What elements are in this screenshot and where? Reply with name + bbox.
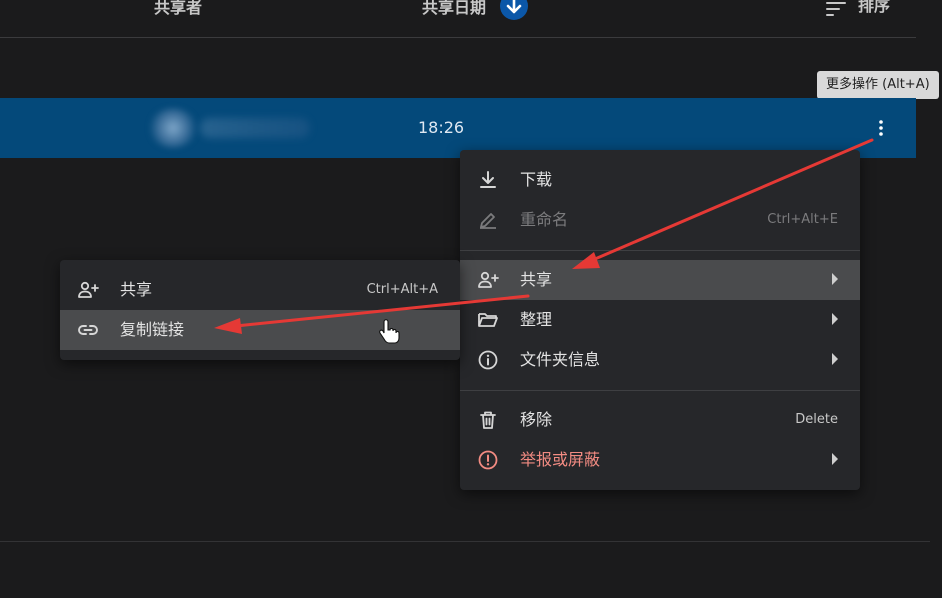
- menu-item-rename: 重命名 Ctrl+Alt+E: [460, 200, 860, 240]
- more-actions-tooltip: 更多操作 (Alt+A): [817, 71, 939, 99]
- share-submenu: 共享 Ctrl+Alt+A 复制链接: [60, 260, 460, 360]
- menu-item-label: 举报或屏蔽: [520, 450, 601, 469]
- person-add-icon: [78, 281, 99, 298]
- rename-icon: [480, 213, 496, 229]
- list-bottom-divider: [0, 541, 930, 542]
- link-icon: [78, 325, 98, 335]
- sort-label: 排序: [858, 0, 891, 15]
- menu-item-shortcut: Delete: [795, 412, 838, 427]
- sort-button[interactable]: 排序: [826, 0, 896, 20]
- info-icon: [478, 350, 498, 370]
- sort-lines-icon: [826, 2, 846, 16]
- trash-icon: [480, 411, 496, 429]
- person-add-icon: [478, 271, 499, 288]
- submenu-item-label: 共享: [120, 280, 153, 299]
- folder-open-icon: [478, 313, 498, 327]
- submenu-item-shortcut: Ctrl+Alt+A: [366, 282, 438, 297]
- menu-item-organize[interactable]: 整理: [460, 300, 860, 340]
- menu-item-label: 移除: [520, 410, 553, 429]
- menu-item-folder-info[interactable]: 文件夹信息: [460, 340, 860, 380]
- context-menu: 下载 重命名 Ctrl+Alt+E 共享 整理 文件夹信息 移除 Delete …: [460, 150, 860, 490]
- submenu-arrow-icon: [832, 453, 838, 465]
- menu-separator: [460, 250, 860, 251]
- menu-separator: [460, 390, 860, 391]
- sort-direction-button[interactable]: [500, 0, 528, 20]
- menu-item-label: 整理: [520, 310, 553, 329]
- more-actions-button[interactable]: [870, 117, 892, 139]
- column-header-share-date[interactable]: 共享日期: [422, 0, 486, 18]
- sharer-name-blurred: [200, 118, 310, 138]
- menu-item-label: 共享: [520, 270, 553, 289]
- menu-item-download[interactable]: 下载: [460, 160, 860, 200]
- download-icon: [480, 171, 496, 188]
- menu-item-label: 下载: [520, 170, 553, 189]
- arrow-down-icon: [506, 0, 522, 14]
- submenu-arrow-icon: [832, 353, 838, 365]
- menu-item-share[interactable]: 共享: [460, 260, 860, 300]
- menu-item-shortcut: Ctrl+Alt+E: [767, 212, 838, 227]
- submenu-arrow-icon: [832, 273, 838, 285]
- report-icon: [478, 450, 498, 470]
- share-time: 18:26: [418, 118, 465, 137]
- more-vert-icon: [879, 120, 883, 136]
- submenu-item-share[interactable]: 共享 Ctrl+Alt+A: [60, 270, 460, 310]
- submenu-item-label: 复制链接: [120, 320, 185, 339]
- menu-item-remove[interactable]: 移除 Delete: [460, 400, 860, 440]
- menu-item-report-block[interactable]: 举报或屏蔽: [460, 440, 860, 480]
- menu-item-label: 重命名: [520, 210, 569, 229]
- column-header-sharer[interactable]: 共享者: [154, 0, 202, 18]
- avatar: [148, 108, 198, 148]
- header-divider: [0, 37, 916, 38]
- submenu-arrow-icon: [832, 313, 838, 325]
- submenu-item-copy-link[interactable]: 复制链接: [60, 310, 460, 350]
- menu-item-label: 文件夹信息: [520, 350, 601, 369]
